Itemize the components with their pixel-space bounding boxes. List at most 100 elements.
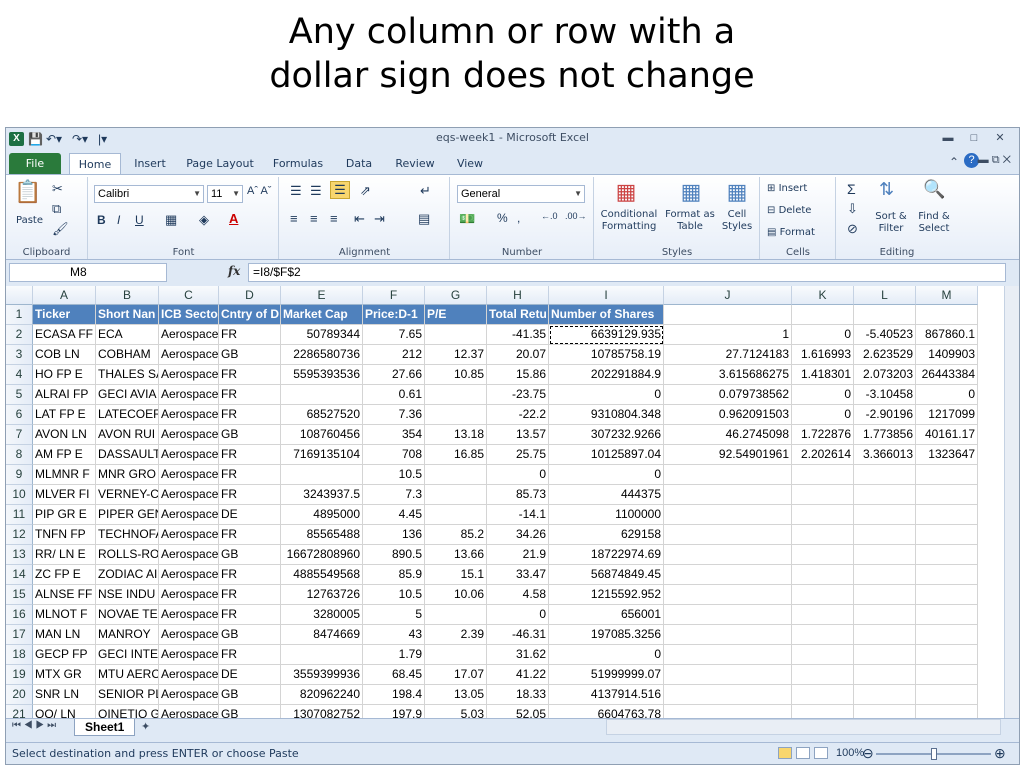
cell-c15[interactable]: Aerospace bbox=[159, 585, 219, 605]
row-header[interactable]: 8 bbox=[6, 445, 33, 465]
zoom-slider[interactable] bbox=[876, 748, 991, 760]
cell-m8[interactable]: 1323647 bbox=[916, 445, 978, 465]
cell-m7[interactable]: 40161.17 bbox=[916, 425, 978, 445]
cell-l21[interactable] bbox=[854, 705, 916, 718]
tab-formulas[interactable]: Formulas bbox=[268, 153, 328, 174]
cell-b14[interactable]: ZODIAC AI bbox=[96, 565, 159, 585]
cell-f20[interactable]: 198.4 bbox=[363, 685, 425, 705]
align-bottom-icon[interactable]: ☰ bbox=[330, 181, 350, 199]
cell-i20[interactable]: 4137914.516 bbox=[549, 685, 664, 705]
cell-d6[interactable]: FR bbox=[219, 405, 281, 425]
cell-m4[interactable]: 26443384 bbox=[916, 365, 978, 385]
conditional-formatting-button[interactable]: Conditional Formatting bbox=[599, 209, 659, 233]
cell-f14[interactable]: 85.9 bbox=[363, 565, 425, 585]
cell-l18[interactable] bbox=[854, 645, 916, 665]
cell-i5[interactable]: 0 bbox=[549, 385, 664, 405]
clear-icon[interactable]: ⊘ bbox=[847, 221, 858, 237]
cell-l2[interactable]: -5.40523 bbox=[854, 325, 916, 345]
cell-c1[interactable]: ICB Sector bbox=[159, 305, 219, 325]
cell-j9[interactable] bbox=[664, 465, 792, 485]
cell-d7[interactable]: GB bbox=[219, 425, 281, 445]
cell-i2[interactable]: 6639129.935 bbox=[549, 325, 664, 345]
align-middle-icon[interactable]: ☰ bbox=[310, 183, 322, 199]
cell-a12[interactable]: TNFN FP bbox=[33, 525, 96, 545]
cell-k16[interactable] bbox=[792, 605, 854, 625]
page-break-view-icon[interactable] bbox=[814, 747, 828, 759]
borders-icon[interactable]: ▦ bbox=[165, 212, 177, 228]
cell-h21[interactable]: 52.05 bbox=[487, 705, 549, 718]
column-header-b[interactable]: B bbox=[96, 286, 159, 305]
cell-h4[interactable]: 15.86 bbox=[487, 365, 549, 385]
select-all-corner[interactable] bbox=[6, 286, 33, 305]
autosum-icon[interactable]: Σ bbox=[847, 181, 856, 197]
align-left-icon[interactable]: ≡ bbox=[290, 211, 298, 226]
cell-b19[interactable]: MTU AERC bbox=[96, 665, 159, 685]
cell-j12[interactable] bbox=[664, 525, 792, 545]
cell-g4[interactable]: 10.85 bbox=[425, 365, 487, 385]
cell-m11[interactable] bbox=[916, 505, 978, 525]
cell-e10[interactable]: 3243937.5 bbox=[281, 485, 363, 505]
cell-k6[interactable]: 0 bbox=[792, 405, 854, 425]
cell-m16[interactable] bbox=[916, 605, 978, 625]
cell-c4[interactable]: Aerospace bbox=[159, 365, 219, 385]
cell-i7[interactable]: 307232.9266 bbox=[549, 425, 664, 445]
cell-f5[interactable]: 0.61 bbox=[363, 385, 425, 405]
cell-h16[interactable]: 0 bbox=[487, 605, 549, 625]
row-header[interactable]: 13 bbox=[6, 545, 33, 565]
cell-m6[interactable]: 1217099 bbox=[916, 405, 978, 425]
paste-icon[interactable]: 📋 bbox=[14, 179, 42, 209]
tab-review[interactable]: Review bbox=[390, 153, 440, 174]
cell-k12[interactable] bbox=[792, 525, 854, 545]
close-button[interactable]: ✕ bbox=[989, 130, 1011, 147]
cell-c2[interactable]: Aerospace bbox=[159, 325, 219, 345]
cell-m17[interactable] bbox=[916, 625, 978, 645]
cell-b5[interactable]: GECI AVIA bbox=[96, 385, 159, 405]
cell-c8[interactable]: Aerospace bbox=[159, 445, 219, 465]
cell-a20[interactable]: SNR LN bbox=[33, 685, 96, 705]
cell-c10[interactable]: Aerospace bbox=[159, 485, 219, 505]
cell-e6[interactable]: 68527520 bbox=[281, 405, 363, 425]
cell-m9[interactable] bbox=[916, 465, 978, 485]
cell-h17[interactable]: -46.31 bbox=[487, 625, 549, 645]
cell-g15[interactable]: 10.06 bbox=[425, 585, 487, 605]
cell-k11[interactable] bbox=[792, 505, 854, 525]
cell-g7[interactable]: 13.18 bbox=[425, 425, 487, 445]
cell-h19[interactable]: 41.22 bbox=[487, 665, 549, 685]
cell-f7[interactable]: 354 bbox=[363, 425, 425, 445]
cell-f16[interactable]: 5 bbox=[363, 605, 425, 625]
cell-f6[interactable]: 7.36 bbox=[363, 405, 425, 425]
sheet-navigation-icon[interactable]: ⏮ ◀ ▶ ⏭ bbox=[12, 720, 56, 731]
cell-j18[interactable] bbox=[664, 645, 792, 665]
zoom-in-icon[interactable]: ⊕ bbox=[994, 745, 1006, 762]
cell-a7[interactable]: AVON LN bbox=[33, 425, 96, 445]
cell-c16[interactable]: Aerospace bbox=[159, 605, 219, 625]
tab-view[interactable]: View bbox=[452, 153, 488, 174]
cell-e16[interactable]: 3280005 bbox=[281, 605, 363, 625]
cell-g11[interactable] bbox=[425, 505, 487, 525]
column-header-m[interactable]: M bbox=[916, 286, 978, 305]
cell-g9[interactable] bbox=[425, 465, 487, 485]
cell-k2[interactable]: 0 bbox=[792, 325, 854, 345]
cell-h12[interactable]: 34.26 bbox=[487, 525, 549, 545]
cell-b1[interactable]: Short Nan bbox=[96, 305, 159, 325]
new-sheet-icon[interactable]: ✦ bbox=[141, 720, 150, 733]
cell-j20[interactable] bbox=[664, 685, 792, 705]
cell-j16[interactable] bbox=[664, 605, 792, 625]
cell-b21[interactable]: QINETIQ G bbox=[96, 705, 159, 718]
cell-j21[interactable] bbox=[664, 705, 792, 718]
merge-center-icon[interactable]: ▤ bbox=[418, 211, 430, 227]
cell-e20[interactable]: 820962240 bbox=[281, 685, 363, 705]
decrease-decimal-icon[interactable]: .00→ bbox=[565, 211, 587, 221]
cell-i9[interactable]: 0 bbox=[549, 465, 664, 485]
horizontal-scrollbar[interactable] bbox=[606, 719, 1001, 735]
minimize-ribbon-icon[interactable]: ⌃ bbox=[949, 155, 959, 169]
sort-filter-button[interactable]: Sort & Filter bbox=[871, 211, 911, 235]
cell-f10[interactable]: 7.3 bbox=[363, 485, 425, 505]
cell-c21[interactable]: Aerospace bbox=[159, 705, 219, 718]
cell-a17[interactable]: MAN LN bbox=[33, 625, 96, 645]
cell-i12[interactable]: 629158 bbox=[549, 525, 664, 545]
cell-i1[interactable]: Number of Shares bbox=[549, 305, 664, 325]
cell-e18[interactable] bbox=[281, 645, 363, 665]
cell-h15[interactable]: 4.58 bbox=[487, 585, 549, 605]
cell-c6[interactable]: Aerospace bbox=[159, 405, 219, 425]
